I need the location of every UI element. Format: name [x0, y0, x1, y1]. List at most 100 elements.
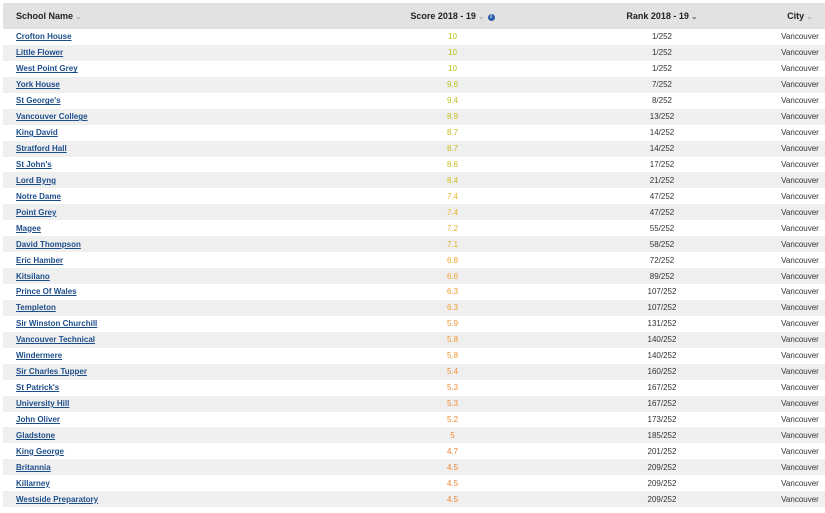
city-cell: Vancouver	[781, 207, 819, 217]
city-cell: Vancouver	[781, 48, 819, 58]
score-cell: 4.5	[446, 462, 459, 472]
table-row: Sir Charles Tupper 5.4 160/252 Vancouver	[3, 363, 825, 380]
rank-cell: 209/252	[647, 462, 677, 472]
table-row: King David 8.7 14/252 Vancouver	[3, 125, 825, 141]
school-name-link[interactable]: Stratford Hall	[16, 144, 67, 153]
city-cell: Vancouver	[781, 175, 819, 185]
school-name-link[interactable]: Vancouver College	[16, 112, 88, 121]
table-row: Magee 7.2 55/252 Vancouver	[3, 220, 825, 236]
rank-cell: 167/252	[647, 399, 677, 409]
rank-cell: 185/252	[647, 430, 677, 440]
info-icon[interactable]: i	[487, 14, 495, 21]
table-row: West Point Grey 10 1/252 Vancouver	[3, 61, 825, 77]
school-name-link[interactable]: Magee	[16, 224, 41, 233]
score-cell: 10	[448, 32, 457, 42]
city-cell: Vancouver	[781, 446, 819, 456]
school-name-link[interactable]: Crofton House	[16, 32, 72, 41]
school-name-link[interactable]: West Point Grey	[16, 64, 78, 73]
city-cell: Vancouver	[781, 351, 819, 361]
school-name-cell: Stratford Hall	[3, 141, 346, 157]
school-name-cell: Vancouver Technical	[3, 332, 346, 348]
score-cell: 7.4	[446, 191, 459, 201]
school-name-column-header[interactable]: School Name ⌄	[3, 3, 346, 29]
score-cell: 6.3	[446, 287, 459, 297]
school-name-link[interactable]: Prince Of Wales	[16, 287, 77, 296]
school-name-link[interactable]: Sir Winston Churchill	[16, 319, 97, 328]
score-cell: 8.9	[446, 112, 459, 122]
school-name-cell: King George	[3, 443, 346, 459]
school-name-link[interactable]: Windermere	[16, 351, 62, 360]
school-name-link[interactable]: Vancouver Technical	[16, 335, 95, 344]
table-row: Notre Dame 7.4 47/252 Vancouver	[3, 188, 825, 204]
school-name-cell: Killarney	[3, 475, 346, 491]
rank-cell: 107/252	[647, 303, 677, 313]
city-cell: Vancouver	[781, 462, 819, 472]
rank-cell: 140/252	[647, 335, 677, 345]
school-name-link[interactable]: University Hill	[16, 399, 69, 408]
school-name-cell: Westside Preparatory	[3, 491, 346, 507]
score-cell: 8.6	[446, 159, 459, 169]
table-row: Little Flower 10 1/252 Vancouver	[3, 44, 825, 61]
school-name-link[interactable]: David Thompson	[16, 240, 81, 249]
rank-cell: 209/252	[647, 478, 677, 488]
rank-cell: 160/252	[647, 367, 677, 377]
school-name-link[interactable]: York House	[16, 80, 60, 89]
city-cell: Vancouver	[781, 191, 819, 201]
score-cell: 5	[450, 430, 455, 440]
school-name-link[interactable]: King George	[16, 447, 64, 456]
school-name-link[interactable]: Westside Preparatory	[16, 495, 98, 504]
city-column-header[interactable]: City ⌄	[765, 3, 825, 29]
chevron-down-icon: ⌄	[75, 12, 82, 21]
school-name-link[interactable]: Kitsilano	[16, 272, 50, 281]
rank-cell: 131/252	[647, 319, 677, 329]
city-cell: Vancouver	[781, 335, 819, 345]
table-row: Eric Hamber 6.8 72/252 Vancouver	[3, 252, 825, 268]
table-row: Gladstone 5 185/252 Vancouver	[3, 427, 825, 444]
rank-cell: 107/252	[647, 287, 677, 297]
school-name-link[interactable]: John Oliver	[16, 415, 60, 424]
rank-cell: 173/252	[647, 414, 677, 424]
school-name-header-label: School Name	[16, 11, 74, 21]
score-column-header[interactable]: Score 2018 - 19 ⌄ i	[346, 3, 559, 29]
table-row: St George's 9.4 8/252 Vancouver	[3, 93, 825, 109]
table-row: Killarney 4.5 209/252 Vancouver	[3, 475, 825, 491]
school-name-cell: Sir Charles Tupper	[3, 364, 346, 380]
school-name-link[interactable]: Gladstone	[16, 431, 55, 440]
school-name-cell: King David	[3, 125, 346, 141]
school-name-link[interactable]: Little Flower	[16, 48, 63, 57]
city-cell: Vancouver	[781, 159, 819, 169]
school-name-link[interactable]: Point Grey	[16, 208, 56, 217]
city-cell: Vancouver	[781, 367, 819, 377]
school-name-cell: St George's	[3, 93, 346, 109]
school-name-link[interactable]: Templeton	[16, 303, 56, 312]
school-name-link[interactable]: Notre Dame	[16, 192, 61, 201]
rank-header-label: Rank 2018 - 19	[626, 11, 689, 21]
school-name-cell: Point Grey	[3, 204, 346, 220]
table-row: Stratford Hall 8.7 14/252 Vancouver	[3, 140, 825, 157]
rank-cell: 13/252	[649, 112, 675, 122]
city-cell: Vancouver	[781, 414, 819, 424]
school-name-link[interactable]: Lord Byng	[16, 176, 56, 185]
score-cell: 6.6	[446, 271, 459, 281]
city-header-label: City	[787, 11, 805, 21]
school-name-link[interactable]: Britannia	[16, 463, 51, 472]
city-cell: Vancouver	[781, 223, 819, 233]
rank-cell: 14/252	[649, 144, 675, 154]
school-name-link[interactable]: St Patrick's	[16, 383, 59, 392]
school-rankings-table: School Name ⌄ Score 2018 - 19 ⌄ i Rank 2018…	[3, 3, 825, 508]
city-cell: Vancouver	[781, 303, 819, 313]
city-cell: Vancouver	[781, 80, 819, 90]
chevron-down-icon: ⌄	[806, 12, 813, 21]
school-name-link[interactable]: Killarney	[16, 479, 50, 488]
rank-cell: 47/252	[649, 207, 675, 217]
school-name-link[interactable]: St John's	[16, 160, 52, 169]
school-name-cell: John Oliver	[3, 412, 346, 428]
school-name-link[interactable]: King David	[16, 128, 58, 137]
rank-column-header[interactable]: Rank 2018 - 19 ⌄	[559, 3, 765, 29]
school-name-link[interactable]: Eric Hamber	[16, 256, 63, 265]
table-row: Kitsilano 6.6 89/252 Vancouver	[3, 268, 825, 284]
school-name-link[interactable]: Sir Charles Tupper	[16, 367, 87, 376]
school-name-link[interactable]: St George's	[16, 96, 61, 105]
table-row: Britannia 4.5 209/252 Vancouver	[3, 459, 825, 476]
school-name-cell: David Thompson	[3, 236, 346, 252]
